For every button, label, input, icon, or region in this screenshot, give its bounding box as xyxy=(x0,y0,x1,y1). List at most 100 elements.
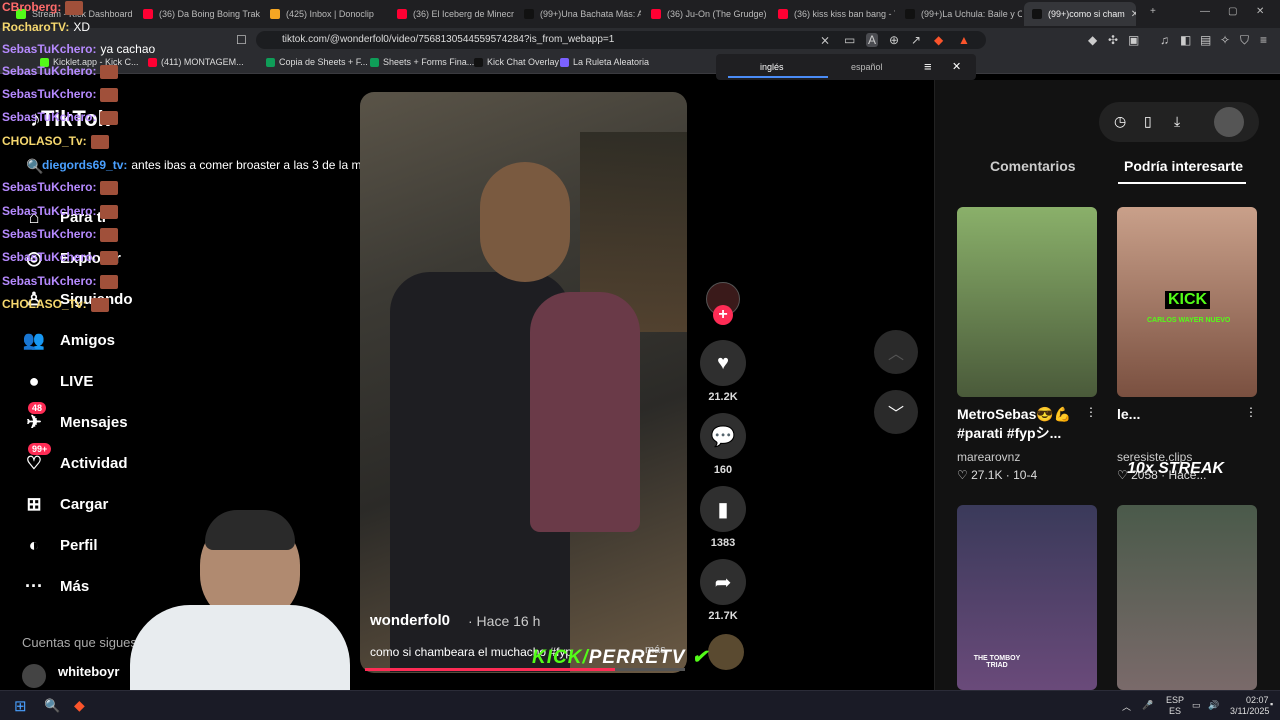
close-window-icon[interactable]: ✕ xyxy=(1256,6,1264,17)
card-2-more-icon[interactable]: ⋮ xyxy=(1245,405,1257,419)
tray-mic-icon[interactable]: 🎤 xyxy=(1142,700,1153,711)
video-person-woman xyxy=(530,292,640,532)
cast-icon[interactable]: ▭ xyxy=(844,33,855,47)
emote-icon xyxy=(100,274,119,289)
next-video-button[interactable]: ﹀ xyxy=(874,390,918,434)
bookmark-item[interactable]: (411) MONTAGEM... xyxy=(148,57,244,67)
tray-notification-icon[interactable]: ▪ xyxy=(1270,699,1273,709)
tab-label: (36) kiss kiss ban bang - Y xyxy=(794,9,895,19)
chat-username: SebasTuKchero: xyxy=(2,227,97,241)
sidebar-item-activity[interactable]: ♡ 99+ Actividad xyxy=(22,443,128,475)
prev-video-button[interactable]: ︿ xyxy=(874,330,918,374)
card-kick-label: KICK xyxy=(1165,291,1211,309)
new-tab-button[interactable]: + xyxy=(1150,6,1156,17)
user-avatar[interactable] xyxy=(1214,107,1244,137)
brave-rewards-icon[interactable]: ▲ xyxy=(958,33,970,47)
browser-tab[interactable]: (425) Inbox | Donoclip xyxy=(262,2,387,26)
card-1-more-icon[interactable]: ⋮ xyxy=(1085,405,1097,419)
tray-chevron-icon[interactable]: ︿ xyxy=(1122,700,1131,713)
windows-start-icon[interactable]: ⊞ xyxy=(14,697,27,715)
music-disc[interactable] xyxy=(708,634,744,670)
extension-icon[interactable]: ◆ xyxy=(1088,33,1097,47)
recommended-card-2[interactable]: KICK CARLOS WAYER NUEVO xyxy=(1117,207,1257,397)
tray-time[interactable]: 02:07 xyxy=(1246,695,1269,705)
music-icon[interactable]: ♫ xyxy=(1160,33,1169,47)
tab-close-icon[interactable]: ✕ xyxy=(1131,9,1136,20)
bookmark-item[interactable]: Sheets + Forms Fina... xyxy=(370,57,474,67)
chat-username: RocharoTV: xyxy=(2,20,70,34)
kick-brand-a: KICK/ xyxy=(532,647,589,668)
translate-icon[interactable]: A xyxy=(866,33,879,47)
share-icon[interactable]: ↗ xyxy=(911,33,921,47)
clock-icon[interactable]: ◷ xyxy=(1114,113,1126,130)
device-icon[interactable]: ▯ xyxy=(1144,113,1152,130)
sidebar-item-label: LIVE xyxy=(60,372,94,390)
chat-username: SebasTuKchero: xyxy=(2,250,97,264)
save-button[interactable]: ▮ xyxy=(700,486,746,532)
menu-icon[interactable]: ≡ xyxy=(1260,33,1267,47)
card-2-user[interactable]: seresiste.clips xyxy=(1117,450,1192,464)
translate-menu-icon[interactable]: ≡ xyxy=(924,59,932,74)
browser-tab[interactable]: (99+)Una Bachata Más: Ay xyxy=(516,2,641,26)
chat-username: CBroberg: xyxy=(2,0,62,14)
tray-network-icon[interactable]: ▭ xyxy=(1192,700,1201,711)
sidebar-item-live[interactable]: ● LIVE xyxy=(22,369,94,393)
chat-message: CHOLASO_Tv: xyxy=(2,134,109,149)
browser-tab[interactable]: (36) El Iceberg de Minecraft xyxy=(389,2,514,26)
browser-tab[interactable]: (36) kiss kiss ban bang - Y xyxy=(770,2,895,26)
translate-close-icon[interactable]: ✕ xyxy=(952,60,961,73)
comment-button[interactable]: 💬 xyxy=(700,413,746,459)
taskbar-search-icon[interactable]: 🔍 xyxy=(44,698,60,714)
bookmarks-bar: Kicklet.app - Kick C... (411) MONTAGEM...… xyxy=(0,52,1280,74)
tab-comments[interactable]: Comentarios xyxy=(990,158,1076,174)
recommended-card-3[interactable]: THE TOMBOY TRIAD xyxy=(957,505,1097,690)
chat-username: SebasTuKchero: xyxy=(2,87,97,101)
sidebar-item-upload[interactable]: ⊞ Cargar xyxy=(22,492,108,516)
minimize-icon[interactable]: — xyxy=(1200,6,1210,17)
bookmark-item[interactable]: La Ruleta Aleatoria xyxy=(560,57,649,67)
card-1-user[interactable]: marearovnz xyxy=(957,450,1020,464)
search-icon[interactable]: 🔍 xyxy=(26,158,43,175)
more-icon: ··· xyxy=(25,575,43,596)
translate-target-lang[interactable]: español xyxy=(851,62,883,72)
bookmark-icon[interactable]: ☐ xyxy=(236,33,247,47)
card-wayer-label: CARLOS WAYER NUEVO xyxy=(1147,317,1231,324)
brave-shield-icon[interactable]: ◆ xyxy=(934,33,943,47)
bookmark-label: Sheets + Forms Fina... xyxy=(383,57,475,67)
recommended-card-4[interactable] xyxy=(1117,505,1257,690)
card-2-title[interactable]: le... xyxy=(1117,405,1140,424)
vpn-icon[interactable]: ⛉ xyxy=(1240,33,1249,48)
zoom-icon[interactable]: ⊕ xyxy=(889,33,899,47)
sidebar-item-messages[interactable]: ✈ 48 Mensajes xyxy=(22,402,128,434)
video-player[interactable] xyxy=(360,92,687,673)
translate-source-lang[interactable]: inglés xyxy=(760,62,784,72)
browser-tab[interactable]: (36) Ju-On (The Grudge) xyxy=(643,2,768,26)
browser-tab[interactable]: (99+)La Uchula: Baile y Co xyxy=(897,2,1022,26)
share-button[interactable]: ➦ xyxy=(700,559,746,605)
video-author[interactable]: wonderfol0 xyxy=(370,612,450,629)
sidebar-item-friends[interactable]: 👥 Amigos xyxy=(22,328,115,352)
tray-lang[interactable]: ESP xyxy=(1166,695,1184,705)
wallet-icon[interactable]: ▤ xyxy=(1200,33,1211,47)
leo-icon[interactable]: ✧ xyxy=(1220,33,1230,47)
bookmark-item[interactable]: Kick Chat Overlay xyxy=(474,57,559,67)
follow-plus-button[interactable]: + xyxy=(713,305,733,325)
browser-tab[interactable]: (99+)como si cham ✕ xyxy=(1024,2,1136,26)
screenshot-icon[interactable]: ▣ xyxy=(1128,33,1139,47)
bookmark-item[interactable]: Copia de Sheets + F... xyxy=(266,57,368,67)
browser-tab[interactable]: (36) Da Boing Boing Trak xyxy=(135,2,260,26)
recommended-card-1[interactable] xyxy=(957,207,1097,397)
taskbar-brave-icon[interactable]: ◆ xyxy=(74,697,85,714)
maximize-icon[interactable]: ▢ xyxy=(1228,6,1237,17)
sidebar-item-more[interactable]: ··· Más xyxy=(22,574,89,598)
card-1-title[interactable]: MetroSebas😎💪 #parati #fypシ... xyxy=(957,405,1082,443)
sidebar-icon[interactable]: ◧ xyxy=(1180,33,1191,47)
puzzle-icon[interactable]: ✣ xyxy=(1108,33,1118,47)
download-icon[interactable]: ⤓ xyxy=(1174,113,1180,130)
sidebar-item-profile[interactable]: ◐ Perfil xyxy=(22,533,98,557)
like-button[interactable]: ♥ xyxy=(700,340,746,386)
media-icon[interactable]: ⨯ xyxy=(820,33,830,47)
following-avatar[interactable] xyxy=(22,664,46,688)
tab-recommended[interactable]: Podría interesarte xyxy=(1124,158,1243,174)
tray-volume-icon[interactable]: 🔊 xyxy=(1208,700,1219,711)
